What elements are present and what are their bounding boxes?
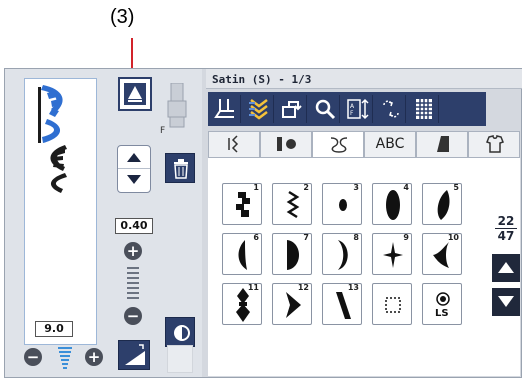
stitch-width-value: 0.40 (115, 218, 153, 234)
svg-text:A: A (350, 103, 355, 110)
stitch-cell-8[interactable]: 8 (322, 233, 362, 275)
tab-garment[interactable] (468, 131, 520, 157)
needle-position-stepper[interactable] (117, 145, 151, 193)
mirror-toggle-button[interactable] (165, 317, 195, 347)
arrow-up-icon (127, 153, 141, 162)
page-down-button[interactable] (492, 288, 520, 316)
ls-target-icon (436, 292, 450, 306)
disabled-button (167, 345, 193, 373)
width-minus-button[interactable]: − (124, 307, 142, 325)
stitch-cell-6[interactable]: 6 (222, 233, 262, 275)
quilt-icon (437, 136, 449, 152)
chevron-icon (286, 292, 301, 318)
foot-label: F (160, 126, 166, 136)
tapering-icon (125, 344, 145, 365)
page-indicator: 22 47 (495, 214, 517, 243)
stitch-cell-10[interactable]: 10 (422, 233, 462, 275)
left-panel: F 0.40 + − 9.0 − + (5, 69, 202, 377)
buttonhole-icon (277, 137, 296, 151)
small-oval-icon (339, 199, 347, 211)
arrow-down-icon (498, 296, 514, 307)
callout-line (131, 38, 133, 68)
category-tabs: ABC (208, 131, 520, 157)
teardrop-icon (437, 190, 450, 220)
presser-foot-tool-icon (214, 99, 234, 118)
tab-decorative[interactable] (312, 131, 364, 157)
presser-foot-icon (167, 83, 187, 128)
stitch-cell-4[interactable]: 4 (372, 183, 412, 225)
length-plus-button[interactable]: + (85, 348, 103, 366)
letter-size-tool-button[interactable]: A F (343, 95, 373, 123)
stitch-cell-2[interactable]: 2 (272, 183, 312, 225)
stitch-cell-13[interactable]: 13 (322, 283, 362, 325)
length-minus-button[interactable]: − (24, 348, 42, 366)
page-up-button[interactable] (492, 254, 520, 282)
mirror-up-icon (124, 83, 146, 105)
page-total: 47 (497, 229, 515, 243)
diagonal-bar-icon (336, 292, 351, 319)
stitch-cell-5[interactable]: 5 (422, 183, 462, 225)
stepper-up-button[interactable] (118, 146, 150, 169)
stitch-cell-ls[interactable]: LS (422, 283, 462, 325)
svg-text:F: F (350, 110, 354, 117)
large-oval-icon (386, 190, 400, 220)
mirror-up-button[interactable] (118, 77, 152, 111)
zigzag-satin-icon (286, 190, 300, 219)
stitch-preview-icon (38, 85, 67, 193)
stitch-preview (24, 78, 97, 345)
stitch-cell-1[interactable]: 1 (222, 183, 262, 225)
stitch-length-value: 9.0 (35, 321, 73, 337)
presser-foot-tool-button[interactable] (211, 95, 241, 123)
width-plus-button[interactable]: + (124, 242, 142, 260)
ls-label: LS (435, 308, 449, 319)
stitch-cell-3[interactable]: 3 (322, 183, 362, 225)
page-title: Satin (S) - 1/3 (206, 69, 522, 89)
cross-stitch-tool-button[interactable] (244, 95, 274, 123)
flip-icon (383, 100, 399, 118)
shirt-icon (486, 135, 504, 153)
leaf-icon (238, 240, 247, 270)
curved-crescent-icon (433, 242, 449, 268)
stitch-cell-9[interactable]: 9 (372, 233, 412, 275)
sewing-machine-screen: F 0.40 + − 9.0 − + Satin (S) - 1/3 A F A… (4, 68, 522, 378)
callout-label: (3) (110, 6, 135, 28)
length-icon (58, 347, 72, 369)
search-tool-button[interactable] (310, 95, 340, 123)
star-icon (383, 242, 403, 268)
back-tool-button[interactable] (277, 95, 307, 123)
pattern-grid-icon (416, 99, 432, 119)
stitch-cell-12[interactable]: 12 (272, 283, 312, 325)
crescent-icon (338, 240, 348, 270)
diamond-chain-icon (236, 288, 250, 322)
decorative-stitch-icon (330, 137, 348, 153)
trash-icon (174, 159, 188, 179)
half-moon-icon (287, 240, 299, 270)
cross-stitch-icon (249, 99, 268, 120)
page-current: 22 (495, 214, 517, 229)
tapering-button[interactable] (118, 340, 150, 370)
satin-blocks-icon (236, 192, 250, 217)
stepper-down-button[interactable] (118, 169, 150, 192)
straight-stitch-icon (228, 135, 239, 153)
back-icon (282, 101, 302, 118)
dotted-square-icon (385, 297, 401, 313)
density-icon (127, 267, 139, 305)
pattern-grid-tool-button[interactable] (409, 95, 439, 123)
stitch-cell-7[interactable]: 7 (272, 233, 312, 275)
search-icon (315, 99, 336, 120)
stitch-cell-empty[interactable] (372, 283, 412, 325)
tab-buttonhole[interactable] (260, 131, 312, 157)
tab-letters[interactable]: ABC (364, 131, 416, 157)
arrow-up-icon (498, 262, 514, 273)
stitch-cell-11[interactable]: 11 (222, 283, 262, 325)
flip-tool-button[interactable] (376, 95, 406, 123)
arrow-down-icon (127, 175, 141, 184)
letter-size-icon: A F (347, 98, 369, 120)
delete-button[interactable] (165, 153, 195, 183)
tab-utility[interactable] (208, 131, 260, 157)
tab-quilt[interactable] (416, 131, 468, 157)
toolbar: A F (208, 92, 486, 126)
